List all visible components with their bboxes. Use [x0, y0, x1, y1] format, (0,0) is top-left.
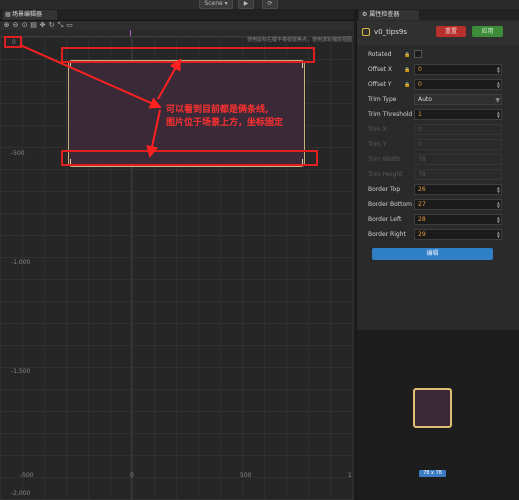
prop-border-right: Border Right 29 ▲ ▼	[357, 229, 519, 242]
trim-type-value: Auto	[418, 96, 432, 103]
trim-threshold-value: 1	[418, 111, 422, 118]
offset-x-input[interactable]: 0 ▲ ▼	[414, 64, 502, 75]
prop-trim-x: Trim X 0	[357, 124, 519, 137]
chevron-down-icon: ▼	[495, 97, 500, 104]
prop-offset-x: Offset X 🔒 0 ▲ ▼	[357, 64, 519, 77]
trim-threshold-input[interactable]: 1 ▲ ▼	[414, 109, 502, 120]
annotation-line-2: 图片位于场景上方，坐标固定	[166, 118, 284, 128]
spinner-icon[interactable]: ▲ ▼	[497, 111, 500, 119]
refresh-button[interactable]: ⟳	[262, 0, 278, 9]
border-left-label: Border Left	[368, 216, 402, 223]
scene-editor-panel: ▦场景编辑器 ⊕ ⊖ ⊙ ▤ ✥ ↻ ⤡ ▭ 使用鼠标右键平移视窗焦点，使用滚轮…	[0, 9, 354, 500]
border-right-value: 29	[418, 231, 426, 238]
trim-x-input: 0	[414, 124, 502, 135]
prop-trim-height: Trim Height 78	[357, 169, 519, 182]
trim-width-label: Trim Width	[368, 156, 401, 163]
sprite-frame-icon	[362, 28, 370, 36]
annotation-line-1: 可以看到目前都是俩条线,	[166, 105, 269, 115]
arrow-to-top-line	[157, 58, 181, 100]
rotated-label: Rotated	[368, 51, 392, 58]
spinner-icon[interactable]: ▲ ▼	[497, 186, 500, 194]
spinner-icon[interactable]: ▲ ▼	[497, 216, 500, 224]
mode-dropdown[interactable]: Scene ▾	[199, 0, 233, 9]
play-button[interactable]: ▶	[238, 0, 254, 9]
preview-size-badge: 78 x 78	[419, 470, 446, 477]
offset-y-input[interactable]: 0 ▲ ▼	[414, 79, 502, 90]
trim-width-value: 78	[418, 156, 426, 163]
prop-border-left: Border Left 28 ▲ ▼	[357, 214, 519, 227]
spinner-icon[interactable]: ▲ ▼	[497, 81, 500, 89]
annotation-text: 可以看到目前都是俩条线, 图片位于场景上方，坐标固定	[166, 104, 316, 130]
inspector-tab-bar: ⚙ 属性检查器	[357, 9, 519, 20]
trim-type-label: Trim Type	[368, 96, 397, 103]
edit-button[interactable]: 编辑	[372, 248, 493, 260]
trim-y-input: 0	[414, 139, 502, 150]
prop-border-top: Border Top 26 ▲ ▼	[357, 184, 519, 197]
prop-trim-type: Trim Type Auto ▼	[357, 94, 519, 107]
border-left-input[interactable]: 28 ▲ ▼	[414, 214, 502, 225]
border-right-input[interactable]: 29 ▲ ▼	[414, 229, 502, 240]
inspector-tab-label: 属性检查器	[369, 11, 400, 18]
arrow-to-origin	[19, 44, 162, 109]
border-bottom-input[interactable]: 27 ▲ ▼	[414, 199, 502, 210]
annotation-arrows	[19, 44, 181, 158]
lock-icon: 🔒	[404, 82, 411, 88]
trim-height-label: Trim Height	[368, 171, 403, 178]
spinner-icon[interactable]: ▲ ▼	[497, 231, 500, 239]
apply-button[interactable]: 应用	[472, 26, 503, 37]
node-name: v0_tips9s	[374, 28, 407, 36]
inspector-header: v0_tips9s 重置 应用	[357, 21, 519, 45]
lock-icon: 🔒	[404, 67, 411, 73]
trim-type-select[interactable]: Auto ▼	[414, 94, 502, 105]
border-top-label: Border Top	[368, 186, 401, 193]
border-bottom-label: Border Bottom	[368, 201, 413, 208]
prop-trim-y: Trim Y 0	[357, 139, 519, 152]
top-toolbar: Scene ▾ ▶ ⟳	[0, 0, 519, 9]
offset-x-value: 0	[418, 66, 422, 73]
gear-icon: ⚙	[362, 11, 368, 18]
offset-y-value: 0	[418, 81, 422, 88]
prop-trim-threshold: Trim Threshold 1 ▲ ▼	[357, 109, 519, 122]
trim-x-label: Trim X	[368, 126, 387, 133]
spinner-icon[interactable]: ▲ ▼	[497, 201, 500, 209]
border-bottom-value: 27	[418, 201, 426, 208]
trim-height-value: 78	[418, 171, 426, 178]
rotated-checkbox[interactable]	[414, 50, 422, 58]
prop-offset-y: Offset Y 🔒 0 ▲ ▼	[357, 79, 519, 92]
trim-threshold-label: Trim Threshold	[368, 111, 413, 118]
trim-x-value: 0	[418, 126, 422, 133]
arrow-to-bottom-line	[146, 109, 161, 158]
border-left-value: 28	[418, 216, 426, 223]
offset-x-label: Offset X	[368, 66, 393, 73]
preview-sprite	[413, 388, 452, 428]
lock-icon: 🔒	[404, 52, 411, 58]
trim-width-input: 78	[414, 154, 502, 165]
tab-inspector[interactable]: ⚙ 属性检查器	[359, 10, 419, 20]
reset-button[interactable]: 重置	[436, 26, 466, 37]
prop-rotated: Rotated 🔒	[357, 49, 519, 62]
inspector-panel: ⚙ 属性检查器 v0_tips9s 重置 应用 Rotated 🔒 Offset…	[356, 9, 519, 500]
offset-y-label: Offset Y	[368, 81, 392, 88]
prop-trim-width: Trim Width 78	[357, 154, 519, 167]
trim-y-value: 0	[418, 141, 422, 148]
trim-height-input: 78	[414, 169, 502, 180]
spinner-icon[interactable]: ▲ ▼	[497, 66, 500, 74]
prop-border-bottom: Border Bottom 27 ▲ ▼	[357, 199, 519, 212]
border-top-value: 26	[418, 186, 426, 193]
sprite-preview: 78 x 78	[357, 330, 519, 500]
border-top-input[interactable]: 26 ▲ ▼	[414, 184, 502, 195]
trim-y-label: Trim Y	[368, 141, 387, 148]
border-right-label: Border Right	[368, 231, 406, 238]
